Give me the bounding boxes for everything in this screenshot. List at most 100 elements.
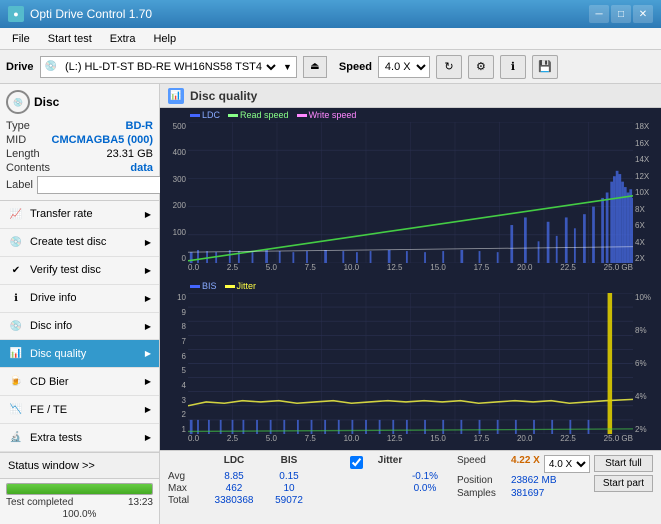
menu-file[interactable]: File [4, 31, 38, 47]
charts-area: LDC Read speed Write speed 5004003002001… [160, 108, 661, 450]
label-input[interactable] [37, 176, 175, 194]
avg-row: Avg 8.85 0.15 -0.1% [168, 471, 453, 482]
eject-button[interactable]: ⏏ [303, 56, 327, 78]
jitter-checkbox[interactable] [350, 456, 363, 469]
top-chart-legend: LDC Read speed Write speed [190, 110, 356, 120]
speed-value: 4.22 X [511, 455, 540, 473]
create-test-disc-icon: 💿 [8, 234, 24, 250]
disc-header: 💿 Disc [6, 90, 153, 114]
toolbar: Drive 💿 (L:) HL-DT-ST BD-RE WH16NS58 TST… [0, 50, 661, 84]
nav-create-test-disc[interactable]: 💿 Create test disc ▶ [0, 229, 159, 257]
bottom-chart: BIS Jitter 10987654321 10%8%6%4%2% [160, 279, 661, 450]
nav-cd-bier[interactable]: 🍺 CD Bier ▶ [0, 368, 159, 396]
disc-icon: 💿 [6, 90, 30, 114]
nav-arrow-8: ▶ [145, 405, 151, 414]
nav-disc-info[interactable]: 💿 Disc info ▶ [0, 313, 159, 341]
main-layout: 💿 Disc Type BD-R MID CMCMAGBA5 (000) Len… [0, 84, 661, 524]
stats-headers: LDC BIS Jitter [168, 455, 453, 469]
drive-label: Drive [6, 61, 34, 73]
disc-quality-title: Disc quality [190, 89, 257, 103]
nav-disc-quality-label: Disc quality [30, 348, 86, 360]
nav-fe-te[interactable]: 📉 FE / TE ▶ [0, 396, 159, 424]
menu-extra[interactable]: Extra [102, 31, 144, 47]
bottom-chart-svg [188, 293, 633, 434]
minimize-button[interactable]: ─ [589, 5, 609, 23]
save-button[interactable]: 💾 [532, 55, 558, 79]
disc-length-row: Length 23.31 GB [6, 148, 153, 160]
nav-transfer-rate[interactable]: 📈 Transfer rate ▶ [0, 201, 159, 229]
position-lbl: Position [457, 475, 507, 486]
nav-disc-info-label: Disc info [30, 320, 72, 332]
nav-verify-test-disc-label: Verify test disc [30, 264, 101, 276]
nav-arrow-4: ▶ [145, 294, 151, 303]
app-icon: ● [8, 6, 24, 22]
nav-arrow: ▶ [145, 210, 151, 219]
status-text: Test completed [6, 497, 73, 508]
progress-area: Test completed 13:23 100.0% [0, 479, 159, 524]
total-label: Total [168, 495, 204, 506]
avg-label: Avg [168, 471, 204, 482]
start-part-button[interactable]: Start part [594, 475, 653, 492]
refresh-button[interactable]: ↻ [436, 55, 462, 79]
disc-section-title: Disc [34, 95, 59, 109]
drive-selector[interactable]: 💿 (L:) HL-DT-ST BD-RE WH16NS58 TST4 ▼ [40, 56, 297, 78]
progress-pct: 100.0% [6, 509, 153, 520]
cd-bier-icon: 🍺 [8, 374, 24, 390]
maximize-button[interactable]: □ [611, 5, 631, 23]
speed-select[interactable]: 4.0 X [544, 455, 590, 473]
menubar: File Start test Extra Help [0, 28, 661, 50]
top-chart-x-labels: 0.02.55.07.510.012.515.017.520.022.525.0… [188, 263, 633, 279]
extra-tests-icon: 🔬 [8, 430, 24, 446]
info-button[interactable]: ℹ [500, 55, 526, 79]
top-chart-y-left: 5004003002001000 [160, 122, 188, 263]
status-window-button[interactable]: Status window >> [0, 453, 159, 479]
contents-label: Contents [6, 162, 50, 174]
menu-help[interactable]: Help [145, 31, 184, 47]
legend-write-speed: Write speed [297, 110, 357, 120]
top-chart-y-right: 18X16X14X12X10X8X6X4X2X [633, 122, 661, 263]
nav-drive-info[interactable]: ℹ Drive info ▶ [0, 285, 159, 313]
menu-start-test[interactable]: Start test [40, 31, 100, 47]
ldc-header: LDC [204, 455, 264, 469]
nav-arrow-7: ▶ [145, 377, 151, 386]
speed-dropdown[interactable]: 4.0 X [378, 56, 430, 78]
legend-read-speed: Read speed [228, 110, 289, 120]
start-full-button[interactable]: Start full [594, 455, 653, 472]
drive-select-dropdown[interactable]: (L:) HL-DT-ST BD-RE WH16NS58 TST4 [61, 60, 279, 74]
total-row: Total 3380368 59072 [168, 495, 453, 506]
legend-jitter: Jitter [225, 281, 257, 291]
speed-row: Speed 4.22 X 4.0 X [457, 455, 590, 473]
stats-panel: LDC BIS Jitter Avg 8.85 0.15 -0.1% [160, 450, 661, 524]
length-value: 23.31 GB [107, 148, 153, 160]
content-panel: 📊 Disc quality LDC Read speed [160, 84, 661, 524]
max-jitter: 0.0% [400, 483, 450, 494]
titlebar-controls: ─ □ ✕ [589, 5, 653, 23]
max-row: Max 462 10 0.0% [168, 483, 453, 494]
avg-bis: 0.15 [264, 471, 314, 482]
fe-te-icon: 📉 [8, 402, 24, 418]
nav-drive-info-label: Drive info [30, 292, 76, 304]
nav-arrow-6: ▶ [145, 349, 151, 358]
nav-arrow-2: ▶ [145, 238, 151, 247]
bottom-chart-y-right: 10%8%6%4%2% [633, 293, 661, 434]
nav-cd-bier-label: CD Bier [30, 376, 69, 388]
app-title: Opti Drive Control 1.70 [30, 7, 152, 21]
label-label: Label [6, 179, 33, 191]
start-buttons: Start full Start part [594, 455, 653, 492]
nav-disc-quality[interactable]: 📊 Disc quality ▶ [0, 340, 159, 368]
total-ldc: 3380368 [204, 495, 264, 506]
nav-verify-test-disc[interactable]: ✔ Verify test disc ▶ [0, 257, 159, 285]
disc-panel: 💿 Disc Type BD-R MID CMCMAGBA5 (000) Len… [0, 84, 159, 201]
drive-info-icon: ℹ [8, 290, 24, 306]
settings-button[interactable]: ⚙ [468, 55, 494, 79]
avg-jitter: -0.1% [400, 471, 450, 482]
titlebar-left: ● Opti Drive Control 1.70 [8, 6, 152, 22]
nav-extra-tests[interactable]: 🔬 Extra tests ▶ [0, 424, 159, 452]
status-window-label: Status window >> [8, 460, 95, 472]
speed-lbl: Speed [457, 455, 507, 473]
jitter-header: Jitter [365, 455, 415, 469]
disc-quality-header-icon: 📊 [168, 88, 184, 104]
max-bis: 10 [264, 483, 314, 494]
nav-create-test-disc-label: Create test disc [30, 236, 106, 248]
close-button[interactable]: ✕ [633, 5, 653, 23]
